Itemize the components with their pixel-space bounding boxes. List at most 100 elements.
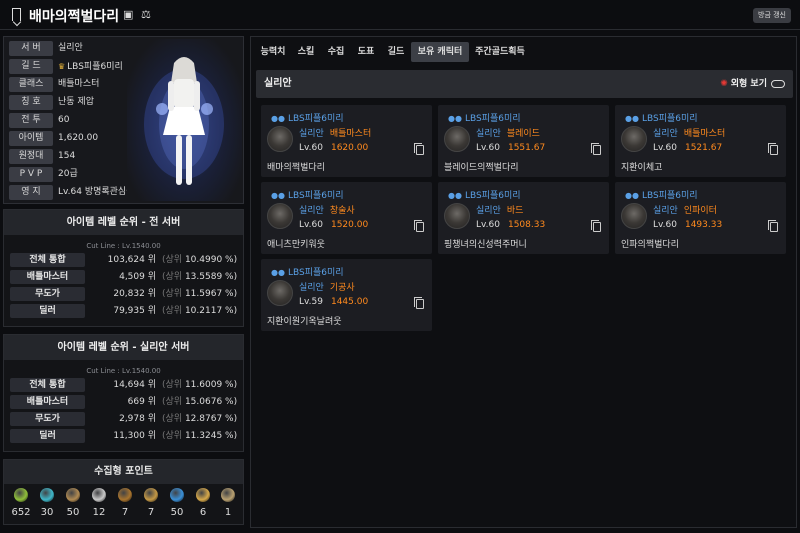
percent-prefix: (상위 (162, 397, 183, 407)
ranking-row: 전체 통합 103,624 위 (상위 10.4990 %) (4, 252, 243, 269)
char-level: Lv.59 (299, 297, 323, 307)
character-card[interactable]: ●● LBS피플6미리 실리안 창술사 Lv.60 1520.00 애니츠만키워웃 (261, 182, 432, 254)
percent-prefix: (상위 (162, 306, 183, 316)
guild-name: LBS피플6미리 (464, 191, 521, 201)
class-name: 배틀마스터 (329, 129, 372, 139)
collection-item[interactable]: 7 (138, 488, 164, 518)
collection-item[interactable]: 7 (112, 488, 138, 518)
tab-weekly-gold[interactable]: 주간골드획득 (471, 42, 529, 62)
collection-item[interactable]: 50 (60, 488, 86, 518)
ranking-all-servers: 아이템 레벨 순위 - 전 서버 Cut Line : Lv.1540.00 전… (3, 209, 244, 327)
class-portrait-icon (444, 203, 470, 229)
copy-icon[interactable] (414, 143, 424, 155)
character-name: 배마의쩍벌다리 (267, 163, 325, 173)
collection-count: 12 (92, 507, 106, 518)
view-appearance-toggle[interactable]: ✺ 외형 보기 (720, 70, 785, 98)
tab-stats[interactable]: 능력치 (256, 42, 290, 62)
collection-count: 7 (147, 507, 155, 518)
class-name: 바드 (506, 206, 524, 216)
percent-value: 10.2117 %) (184, 306, 238, 316)
guild-name: LBS피플6미리 (287, 268, 344, 278)
character-card[interactable]: ●● LBS피플6미리 실리안 배틀마스터 Lv.60 1620.00 배마의쩍벌다리 (261, 105, 432, 177)
crown-icon: ♛ (58, 62, 66, 71)
voyage-leaf-icon (170, 488, 184, 502)
percent-value: 11.6009 %) (184, 380, 238, 390)
class-portrait-icon (267, 203, 293, 229)
bookmark-icon[interactable] (12, 8, 21, 21)
ranking-row: 전체 통합 14,694 위 (상위 11.6009 %) (4, 377, 243, 394)
char-level: Lv.60 (476, 220, 500, 230)
character-card[interactable]: ●● LBS피플6미리 실리안 블레이드 Lv.60 1551.67 블레이드의쩍벌다리 (438, 105, 609, 177)
card-guild[interactable]: ●● LBS피플6미리 (625, 188, 698, 201)
guild-name: LBS피플6미리 (641, 191, 698, 201)
ranking-label: 전체 통합 (10, 378, 85, 392)
character-card[interactable]: ●● LBS피플6미리 실리안 바드 Lv.60 1508.33 핑챙녀의신성력주머니 (438, 182, 609, 254)
refresh-button[interactable]: 방금 갱신 (753, 8, 791, 23)
card-server-class: 실리안 기공사 (299, 280, 355, 293)
char-level: Lv.60 (299, 220, 323, 230)
copy-icon[interactable] (591, 220, 601, 232)
character-title: 배마의쩍벌다리 (29, 9, 120, 25)
tab-owned-characters[interactable]: 보유 캐릭터 (411, 42, 469, 62)
scale-icon[interactable]: ⚖ (141, 8, 151, 21)
ranking-percent: (상위 11.5967 %) (162, 287, 237, 301)
item-level: 1520.00 (330, 220, 369, 230)
collection-count: 6 (199, 507, 207, 518)
item-level: 1521.67 (684, 143, 723, 153)
collection-item[interactable]: 6 (190, 488, 216, 518)
tab-guild[interactable]: 길드 (382, 42, 410, 62)
char-level: Lv.60 (299, 143, 323, 153)
character-card[interactable]: ●● LBS피플6미리 실리안 배틀마스터 Lv.60 1521.67 지환이체고 (615, 105, 786, 177)
copy-icon[interactable] (414, 220, 424, 232)
ranking-percent: (상위 10.2117 %) (162, 304, 237, 318)
toggle-icon[interactable] (771, 79, 785, 88)
percent-prefix: (상위 (162, 431, 183, 441)
character-card[interactable]: ●● LBS피플6미리 실리안 기공사 Lv.59 1445.00 지환이원기옥날려웃 (261, 259, 432, 331)
copy-icon[interactable] (591, 143, 601, 155)
collection-item[interactable]: 30 (34, 488, 60, 518)
card-guild[interactable]: ●● LBS피플6미리 (271, 265, 344, 278)
tab-chart[interactable]: 도표 (352, 42, 380, 62)
collection-item[interactable]: 50 (164, 488, 190, 518)
card-guild[interactable]: ●● LBS피플6미리 (448, 188, 521, 201)
tab-collection[interactable]: 수집 (322, 42, 350, 62)
character-card[interactable]: ●● LBS피플6미리 실리안 인파이터 Lv.60 1493.33 인파의쩍벌다리 (615, 182, 786, 254)
card-server-class: 실리안 블레이드 (476, 126, 540, 139)
char-level: Lv.60 (653, 220, 677, 230)
profile-label: 클래스 (9, 77, 53, 92)
omnium-star-icon (196, 488, 210, 502)
ranking-percent: (상위 10.4990 %) (162, 253, 237, 267)
item-level: 1445.00 (330, 297, 369, 307)
copy-icon[interactable] (768, 143, 778, 155)
card-guild[interactable]: ●● LBS피플6미리 (625, 111, 698, 124)
percent-prefix: (상위 (162, 380, 183, 390)
copy-icon[interactable] (768, 220, 778, 232)
sparkle-icon: ✺ (720, 79, 728, 89)
ranking-silian-server: 아이템 레벨 순위 - 실리안 서버 Cut Line : Lv.1540.00… (3, 334, 244, 452)
main-panel: 능력치 스킬 수집 도표 길드 보유 캐릭터 주간골드획득 실리안 ✺ 외형 보기… (250, 36, 797, 528)
card-level-ilvl: Lv.60 1520.00 (299, 220, 368, 230)
tab-skills[interactable]: 스킬 (292, 42, 320, 62)
collection-points-panel: 수집형 포인트 652 30 50 12 7 7 50 6 1 (3, 459, 244, 525)
guild-name: LBS피플6미리 (287, 114, 344, 124)
collection-item[interactable]: 652 (8, 488, 34, 518)
top-bar: 배마의쩍벌다리 ▣ ⚖ 방금 갱신 (0, 0, 800, 30)
mokoko-seed-icon (14, 488, 28, 502)
item-level: 1508.33 (507, 220, 546, 230)
profile-value[interactable]: LBS피플6미리 (67, 62, 123, 72)
ranking-rank: 11,300 위 (113, 431, 156, 441)
ranking-rank: 103,624 위 (107, 255, 156, 265)
server-name: 실리안 (299, 283, 324, 293)
collection-item[interactable]: 1 (215, 488, 241, 518)
class-name: 배틀마스터 (683, 129, 726, 139)
card-guild[interactable]: ●● LBS피플6미리 (448, 111, 521, 124)
ranking-label: 배틀마스터 (10, 270, 85, 284)
card-guild[interactable]: ●● LBS피플6미리 (271, 111, 344, 124)
card-guild[interactable]: ●● LBS피플6미리 (271, 188, 344, 201)
copy-icon[interactable] (414, 297, 424, 309)
collection-item[interactable]: 12 (86, 488, 112, 518)
card-server-class: 실리안 바드 (476, 203, 523, 216)
percent-prefix: (상위 (162, 255, 183, 265)
id-card-icon[interactable]: ▣ (123, 8, 133, 21)
card-server-class: 실리안 배틀마스터 (653, 126, 725, 139)
